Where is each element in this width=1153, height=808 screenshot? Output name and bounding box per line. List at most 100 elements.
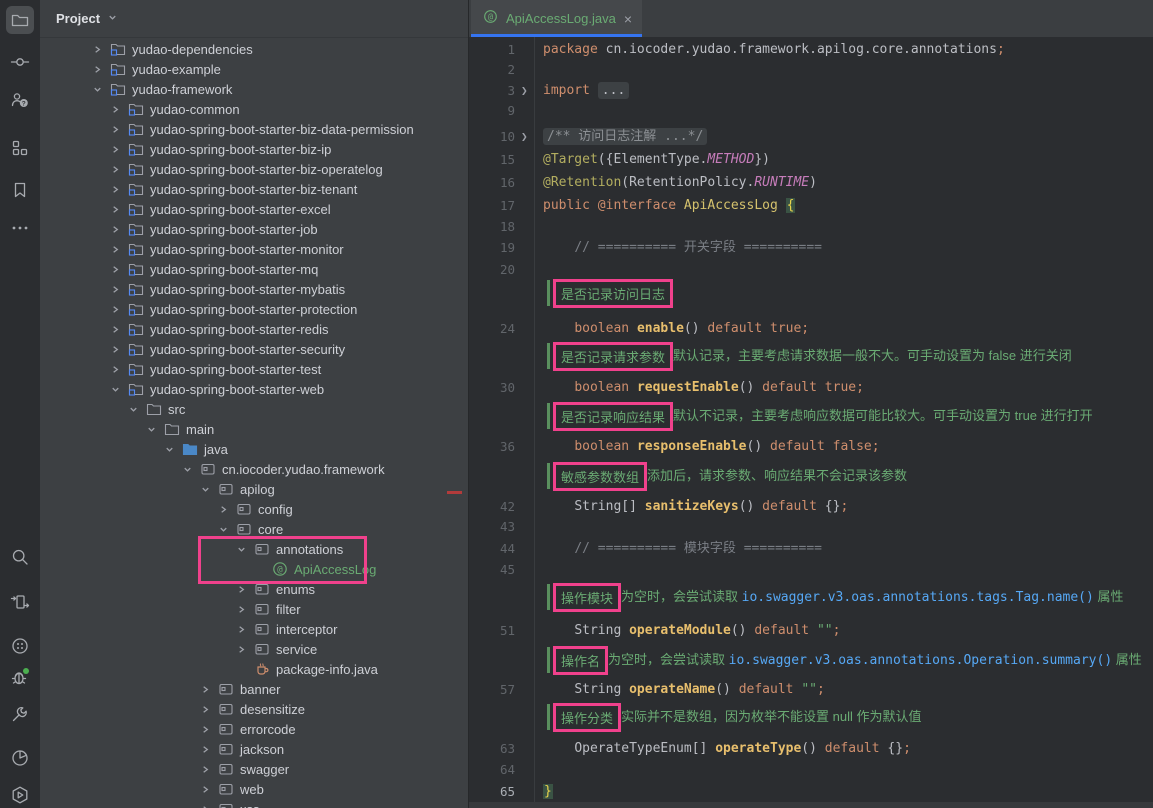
chevron-right-icon[interactable] [200, 744, 218, 755]
chevron-down-icon[interactable] [110, 384, 128, 395]
chevron-down-icon[interactable] [182, 464, 200, 475]
tree-item-yudao-spring-boot-starter-mq[interactable]: yudao-spring-boot-starter-mq [110, 259, 318, 279]
chevron-right-icon[interactable] [92, 64, 110, 75]
code-line-24[interactable]: 24 boolean enable() default true; [469, 319, 1153, 339]
chevron-down-icon[interactable] [200, 484, 218, 495]
tree-item-package-info-java[interactable]: package-info.java [236, 659, 378, 679]
tree-item-swagger[interactable]: swagger [200, 759, 289, 779]
chevron-right-icon[interactable] [200, 764, 218, 775]
project-panel-header[interactable]: Project [40, 0, 468, 38]
fold-arrow-icon[interactable]: ❯ [521, 81, 528, 101]
chevron-right-icon[interactable] [200, 784, 218, 795]
tree-item-xss[interactable]: xss [200, 799, 260, 808]
tree-item-yudao-spring-boot-starter-web[interactable]: yudao-spring-boot-starter-web [110, 379, 324, 399]
code-line-42[interactable]: 42 String[] sanitizeKeys() default {}; [469, 497, 1153, 517]
line-number[interactable]: 42 [469, 497, 515, 517]
chevron-right-icon[interactable] [110, 144, 128, 155]
tree-item-yudao-spring-boot-starter-test[interactable]: yudao-spring-boot-starter-test [110, 359, 321, 379]
chevron-right-icon[interactable] [110, 224, 128, 235]
line-number[interactable]: 30 [469, 378, 515, 398]
chevron-right-icon[interactable] [236, 644, 254, 655]
tree-item-banner[interactable]: banner [200, 679, 280, 699]
code-line-2[interactable]: 2 [469, 60, 1153, 80]
chevron-right-icon[interactable] [92, 44, 110, 55]
line-number[interactable]: 65 [469, 782, 515, 802]
tree-item-yudao-common[interactable]: yudao-common [110, 99, 240, 119]
tree-item-filter[interactable]: filter [236, 599, 301, 619]
search-icon[interactable] [6, 543, 34, 571]
tree-item-yudao-spring-boot-starter-job[interactable]: yudao-spring-boot-starter-job [110, 219, 318, 239]
chevron-right-icon[interactable] [110, 264, 128, 275]
tree-item-yudao-spring-boot-starter-biz-data-permission[interactable]: yudao-spring-boot-starter-biz-data-permi… [110, 119, 414, 139]
chevron-right-icon[interactable] [218, 504, 236, 515]
tree-item-yudao-framework[interactable]: yudao-framework [92, 79, 232, 99]
line-number[interactable]: 20 [469, 260, 515, 280]
line-number[interactable]: 57 [469, 680, 515, 700]
chevron-right-icon[interactable] [110, 344, 128, 355]
tree-item-cn-iocoder-yudao-framework[interactable]: cn.iocoder.yudao.framework [182, 459, 385, 479]
code-area[interactable]: 1package cn.iocoder.yudao.framework.apil… [469, 37, 1153, 808]
chevron-down-icon[interactable] [92, 84, 110, 95]
debug-icon[interactable] [6, 663, 34, 691]
profiler-icon[interactable] [6, 744, 34, 772]
line-number[interactable]: 9 [469, 101, 515, 121]
tree-item-yudao-spring-boot-starter-mybatis[interactable]: yudao-spring-boot-starter-mybatis [110, 279, 345, 299]
tree-item-yudao-dependencies[interactable]: yudao-dependencies [92, 39, 253, 59]
chevron-right-icon[interactable] [200, 804, 218, 808]
learn-icon[interactable]: ? [6, 86, 34, 114]
code-line-65[interactable]: 65} [469, 782, 1153, 802]
line-number[interactable]: 44 [469, 539, 515, 559]
tree-item-yudao-spring-boot-starter-biz-tenant[interactable]: yudao-spring-boot-starter-biz-tenant [110, 179, 357, 199]
code-line-64[interactable]: 64 [469, 760, 1153, 780]
tree-item-apilog[interactable]: apilog [200, 479, 275, 499]
code-line-63[interactable]: 63 OperateTypeEnum[] operateType() defau… [469, 739, 1153, 759]
chevron-right-icon[interactable] [110, 104, 128, 115]
code-line-43[interactable]: 43 [469, 517, 1153, 537]
chevron-right-icon[interactable] [200, 724, 218, 735]
tree-item-desensitize[interactable]: desensitize [200, 699, 305, 719]
code-line-30[interactable]: 30 boolean requestEnable() default true; [469, 378, 1153, 398]
tree-item-main[interactable]: main [146, 419, 214, 439]
chevron-right-icon[interactable] [110, 304, 128, 315]
code-line-9[interactable]: 9 [469, 101, 1153, 121]
code-line-16[interactable]: 16@Retention(RetentionPolicy.RUNTIME) [469, 173, 1153, 193]
tree-item-jackson[interactable]: jackson [200, 739, 284, 759]
line-number[interactable]: 64 [469, 760, 515, 780]
tree-item-yudao-spring-boot-starter-monitor[interactable]: yudao-spring-boot-starter-monitor [110, 239, 344, 259]
line-number[interactable]: 19 [469, 238, 515, 258]
code-line-57[interactable]: 57 String operateName() default ""; [469, 680, 1153, 700]
tree-item-src[interactable]: src [128, 399, 185, 419]
code-line-44[interactable]: 44 // ========== 模块字段 ========== [469, 539, 1153, 559]
build-icon[interactable] [6, 700, 34, 728]
code-line-18[interactable]: 18 [469, 217, 1153, 237]
tree-item-apiaccesslog[interactable]: @ApiAccessLog [254, 559, 376, 579]
chevron-down-icon[interactable] [164, 444, 182, 455]
tree-item-yudao-example[interactable]: yudao-example [92, 59, 221, 79]
code-line-10[interactable]: 10❯/** 访问日志注解 ...*/ [469, 127, 1153, 147]
tree-item-interceptor[interactable]: interceptor [236, 619, 337, 639]
tree-item-config[interactable]: config [218, 499, 293, 519]
chevron-right-icon[interactable] [200, 684, 218, 695]
line-number[interactable]: 18 [469, 217, 515, 237]
chevron-down-icon[interactable] [107, 10, 118, 28]
tab-close-icon[interactable]: × [624, 12, 632, 26]
line-number[interactable]: 16 [469, 173, 515, 193]
commit-icon[interactable] [6, 48, 34, 76]
services-icon[interactable] [6, 632, 34, 660]
chevron-right-icon[interactable] [236, 604, 254, 615]
chevron-right-icon[interactable] [110, 364, 128, 375]
line-number[interactable]: 2 [469, 60, 515, 80]
chevron-right-icon[interactable] [110, 164, 128, 175]
line-number[interactable]: 43 [469, 517, 515, 537]
tree-item-errorcode[interactable]: errorcode [200, 719, 296, 739]
tree-item-yudao-spring-boot-starter-redis[interactable]: yudao-spring-boot-starter-redis [110, 319, 328, 339]
code-line-1[interactable]: 1package cn.iocoder.yudao.framework.apil… [469, 40, 1153, 60]
line-number[interactable]: 10 [469, 127, 515, 147]
chevron-down-icon[interactable] [128, 404, 146, 415]
code-line-19[interactable]: 19 // ========== 开关字段 ========== [469, 238, 1153, 258]
code-line-51[interactable]: 51 String operateModule() default ""; [469, 621, 1153, 641]
line-number[interactable]: 36 [469, 437, 515, 457]
chevron-right-icon[interactable] [110, 184, 128, 195]
tree-item-java[interactable]: java [164, 439, 228, 459]
line-number[interactable]: 1 [469, 40, 515, 60]
